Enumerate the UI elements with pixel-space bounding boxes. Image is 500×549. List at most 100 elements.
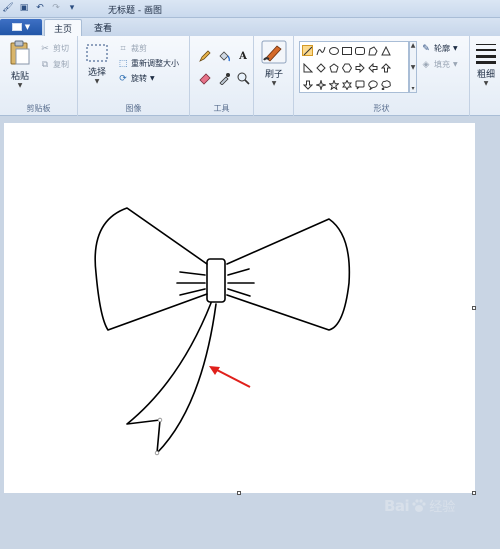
paint-app-icon[interactable]: 🖌 [2, 2, 14, 14]
eraser-icon [199, 73, 211, 85]
paste-button[interactable]: 粘贴 ▼ [6, 40, 34, 89]
shape-line[interactable] [302, 45, 313, 56]
size-group: 粗细 ▼ [470, 36, 500, 116]
crop-icon: ⌗ [120, 43, 126, 54]
line-icon [303, 46, 312, 55]
color-picker-tool[interactable] [216, 70, 232, 86]
rounded-callout-icon [355, 80, 364, 89]
tools-group: A 工具 [190, 36, 254, 116]
fill-label: 填充 [434, 60, 450, 69]
shape-rounded-callout[interactable] [354, 79, 365, 90]
title-bar: 🖌 ▣ ↶ ↷ ▾ 无标题 - 画图 [0, 0, 500, 18]
paste-icon [10, 40, 30, 65]
scroll-down-icon[interactable]: ▼ [411, 64, 416, 71]
eyedropper-icon [219, 73, 230, 85]
eraser-tool[interactable] [197, 70, 213, 86]
magnifier-icon [237, 72, 250, 85]
shape-diamond[interactable] [315, 62, 326, 73]
oval-icon [328, 46, 339, 55]
four-point-star-icon [315, 79, 326, 90]
tools-group-label: 工具 [213, 104, 230, 113]
shape-six-point-star[interactable] [341, 79, 352, 90]
shape-pentagon[interactable] [328, 62, 339, 73]
crop-button[interactable]: ⌗ 裁剪 [118, 43, 147, 54]
magnifier-tool[interactable] [235, 70, 251, 86]
shapes-group-label: 形状 [373, 104, 390, 113]
pencil-tool[interactable] [197, 48, 213, 64]
copy-button[interactable]: ⧉ 复制 [40, 59, 69, 70]
image-group-label: 图像 [125, 104, 142, 113]
select-rectangle-icon [86, 44, 108, 62]
fill-tool[interactable] [216, 48, 232, 64]
fill-bucket-icon [219, 51, 231, 62]
paw-logo-icon [412, 498, 426, 512]
window-title: 无标题 - 画图 [108, 6, 162, 16]
rectangle-icon [341, 46, 352, 55]
watermark-brand-right: 经验 [429, 500, 456, 515]
five-point-star-icon [328, 79, 339, 90]
fill-button[interactable]: ◈ 填充 ▼ [421, 59, 458, 70]
right-triangle-icon [303, 62, 313, 72]
shape-left-arrow[interactable] [367, 62, 378, 73]
ribbon-tabs: ▼ 主页 查看 [0, 18, 500, 36]
shapes-gallery-scrollbar[interactable]: ▲ ▼ ▾ [409, 41, 417, 93]
rotate-icon: ⟳ [119, 73, 127, 84]
tab-home[interactable]: 主页 [44, 19, 82, 36]
bow-left-wing [94, 207, 208, 331]
shape-five-point-star[interactable] [328, 79, 339, 90]
shape-cloud-callout[interactable] [380, 79, 391, 90]
resize-button[interactable]: ⬚ 重新调整大小 [118, 58, 179, 69]
rotate-button[interactable]: ⟳ 旋转 ▼ [118, 73, 155, 84]
scroll-up-icon[interactable]: ▲ [411, 42, 416, 49]
canvas-resize-handle-right[interactable] [472, 306, 476, 310]
shape-right-arrow[interactable] [354, 62, 365, 73]
pentagon-icon [328, 62, 339, 72]
brushes-label: 刷子 [264, 70, 283, 80]
outline-icon: ✎ [422, 43, 430, 54]
shape-four-point-star[interactable] [315, 79, 326, 90]
redo-icon[interactable]: ↷ [50, 2, 62, 14]
bow-ribbon-tail [126, 302, 217, 454]
canvas-resize-handle-corner[interactable] [472, 491, 476, 495]
shape-triangle[interactable] [380, 45, 391, 56]
shape-rounded-rectangle[interactable] [354, 45, 365, 56]
outline-label: 轮廓 [434, 44, 450, 53]
chevron-down-icon: ▼ [150, 75, 155, 82]
shape-oval-callout[interactable] [367, 79, 378, 90]
shape-polygon[interactable] [367, 45, 378, 56]
resize-label: 重新调整大小 [131, 59, 179, 68]
cut-label: 剪切 [53, 44, 69, 53]
paste-label: 粘贴 [10, 72, 29, 82]
save-icon[interactable]: ▣ [18, 2, 30, 14]
cut-button[interactable]: ✂ 剪切 [40, 43, 69, 54]
shape-down-arrow[interactable] [302, 79, 313, 90]
shape-hexagon[interactable] [341, 62, 352, 73]
drawing-canvas[interactable] [4, 123, 475, 493]
diamond-icon [315, 62, 326, 73]
file-menu-button[interactable]: ▼ [0, 19, 42, 35]
customize-qat-icon[interactable]: ▾ [66, 2, 78, 14]
select-button[interactable]: 选择 ▼ [84, 44, 110, 85]
left-arrow-icon [367, 62, 377, 73]
shape-curve[interactable] [315, 45, 326, 56]
left-crease-line-3 [179, 288, 206, 296]
ribbon: 粘贴 ▼ ✂ 剪切 ⧉ 复制 剪贴板 选择 ▼ ⌗ 裁剪 ⬚ 重新调整大小 ⟳ … [0, 36, 500, 116]
crop-label: 裁剪 [131, 44, 147, 53]
tab-view[interactable]: 查看 [84, 19, 122, 36]
undo-icon[interactable]: ↶ [34, 2, 46, 14]
rotate-label: 旋转 [131, 74, 147, 83]
expand-gallery-icon[interactable]: ▾ [411, 85, 414, 92]
shape-right-triangle[interactable] [302, 62, 313, 73]
size-button[interactable]: 粗细 ▼ [474, 42, 498, 87]
shape-rectangle[interactable] [341, 45, 352, 56]
text-a-icon: A [239, 50, 247, 62]
outline-button[interactable]: ✎ 轮廓 ▼ [421, 43, 458, 54]
canvas-resize-handle-bottom[interactable] [237, 491, 241, 495]
shape-up-arrow[interactable] [380, 62, 391, 73]
chevron-down-icon: ▼ [483, 80, 489, 87]
chevron-down-icon: ▼ [453, 45, 458, 52]
shape-oval[interactable] [328, 45, 339, 56]
text-tool[interactable]: A [235, 48, 251, 64]
left-crease-line-1 [179, 271, 206, 276]
brushes-button[interactable]: 刷子 ▼ [260, 40, 288, 87]
